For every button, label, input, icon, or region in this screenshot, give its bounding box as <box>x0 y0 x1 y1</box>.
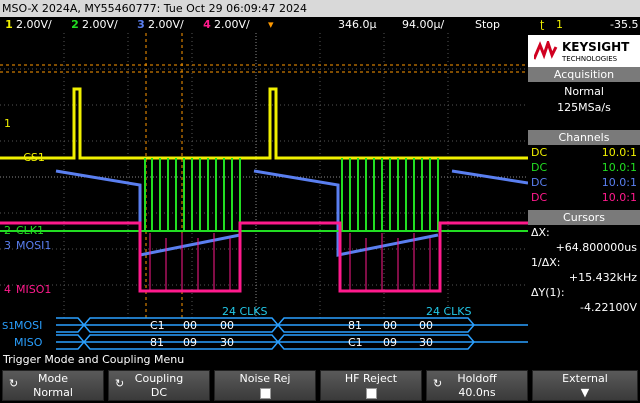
channel-row-4: DC 10.0:1 <box>531 191 637 204</box>
softkey-external[interactable]: External ▼ <box>532 370 638 401</box>
clk-count-1: 24 CLKS <box>222 305 268 318</box>
decode-byte: 30 <box>419 336 433 349</box>
ch1-scale[interactable]: 1 2.00V/ <box>2 17 52 33</box>
decode-byte: C1 <box>348 336 363 349</box>
softkey-mode[interactable]: ↻ Mode Normal <box>2 370 104 401</box>
ch2-ground-marker[interactable]: 2 <box>4 224 11 237</box>
channel-row-3: DC 10.0:1 <box>531 176 637 189</box>
ch3-scale[interactable]: 3 2.00V/ <box>134 17 184 33</box>
ch2-scale[interactable]: 2 2.00V/ <box>68 17 118 33</box>
decode-byte: 00 <box>183 319 197 332</box>
clk-count-2: 24 CLKS <box>426 305 472 318</box>
decode-byte: C1 <box>150 319 165 332</box>
decode-byte: 00 <box>419 319 433 332</box>
run-state[interactable]: Stop <box>475 17 500 33</box>
channels-panel[interactable]: Channels DC 10.0:1 DC 10.0:1 DC 10.0:1 DC 10… <box>528 130 640 205</box>
trigger-position-marker: ▾ <box>268 18 274 31</box>
trigger-edge-icon: ʈ <box>540 18 545 31</box>
ch1-ground-marker[interactable]: 1 <box>4 117 11 130</box>
cursors-header: Cursors <box>528 210 640 225</box>
decode-byte: 81 <box>348 319 362 332</box>
bus-miso-label: MISO <box>14 336 43 349</box>
menu-title: Trigger Mode and Coupling Menu <box>0 351 640 368</box>
hf-reject-checkbox[interactable] <box>365 388 377 399</box>
cs-label: ~CS1 <box>14 151 45 164</box>
dx-value: +64.800000us <box>555 241 637 254</box>
miso-label: MISO1 <box>16 283 51 296</box>
rotate-knob-icon: ↻ <box>433 377 443 390</box>
ch3-ground-marker[interactable]: 3 <box>4 239 11 252</box>
decode-byte: 00 <box>220 319 234 332</box>
delay-value[interactable]: 94.00µ/ <box>402 17 444 33</box>
mosi-label: MOSI1 <box>16 239 51 252</box>
decode-byte: 00 <box>383 319 397 332</box>
channel-row-2: DC 10.0:1 <box>531 161 637 174</box>
channel-row-1: DC 10.0:1 <box>531 146 637 159</box>
inv-dx-label: 1/ΔX: <box>531 256 561 269</box>
inv-dx-value: +15.432kHz <box>568 271 637 284</box>
acquisition-header: Acquisition <box>528 67 640 82</box>
decode-byte: 81 <box>150 336 164 349</box>
decode-byte: 09 <box>383 336 397 349</box>
bus-mosi-label: MOSI <box>14 319 42 332</box>
dx-label: ΔX: <box>531 226 550 239</box>
status-bar: 1 2.00V/ 2 2.00V/ 3 2.00V/ 4 2.00V/ ▾ 346.0µ… <box>0 17 640 33</box>
trigger-source[interactable]: 1 <box>556 17 563 33</box>
softkey-noise-reject[interactable]: Noise Rej <box>214 370 316 401</box>
noise-reject-checkbox[interactable] <box>259 388 271 399</box>
bus-marker[interactable]: S1 <box>2 321 15 332</box>
ch4-scale[interactable]: 4 2.00V/ <box>200 17 250 33</box>
trigger-level[interactable]: -35.5 <box>610 17 638 33</box>
softkey-holdoff[interactable]: ↻ Holdoff 40.0ns <box>426 370 528 401</box>
acquisition-rate: 125MSa/s <box>557 101 611 114</box>
time-scale[interactable]: 346.0µ <box>338 17 377 33</box>
acquisition-panel[interactable]: Acquisition Normal 125MSa/s <box>528 67 640 114</box>
waveform-display[interactable]: 1 ~CS1 2 CLK1 3 MOSI1 4 MISO1 S1 MOSI MI… <box>0 33 528 351</box>
sidebar: KEYSIGHT TECHNOLOGIES Acquisition Normal… <box>528 33 640 351</box>
softkey-hf-reject[interactable]: HF Reject <box>320 370 422 401</box>
rotate-knob-icon: ↻ <box>115 377 125 390</box>
clk-label: CLK1 <box>16 224 44 237</box>
acquisition-mode: Normal <box>564 85 604 98</box>
softkey-bar: ↻ Mode Normal ↻ Coupling DC Noise Rej HF R… <box>0 368 640 402</box>
softkey-coupling[interactable]: ↻ Coupling DC <box>108 370 210 401</box>
decode-byte: 30 <box>220 336 234 349</box>
ch4-ground-marker[interactable]: 4 <box>4 283 11 296</box>
title-bar: MSO-X 2024A, MY55460777: Tue Oct 29 06:0… <box>0 0 640 17</box>
rotate-knob-icon: ↻ <box>9 377 19 390</box>
decode-byte: 09 <box>183 336 197 349</box>
dy-label: ΔY(1): <box>531 286 565 299</box>
channels-header: Channels <box>528 130 640 145</box>
cursors-panel[interactable]: Cursors ΔX: +64.800000us 1/ΔX: +15.432kH… <box>528 210 640 315</box>
dy-value: -4.22100V <box>580 301 637 314</box>
keysight-logo: KEYSIGHT TECHNOLOGIES <box>528 35 640 69</box>
chevron-down-icon: ▼ <box>580 386 590 399</box>
keysight-wave-icon <box>534 41 558 60</box>
